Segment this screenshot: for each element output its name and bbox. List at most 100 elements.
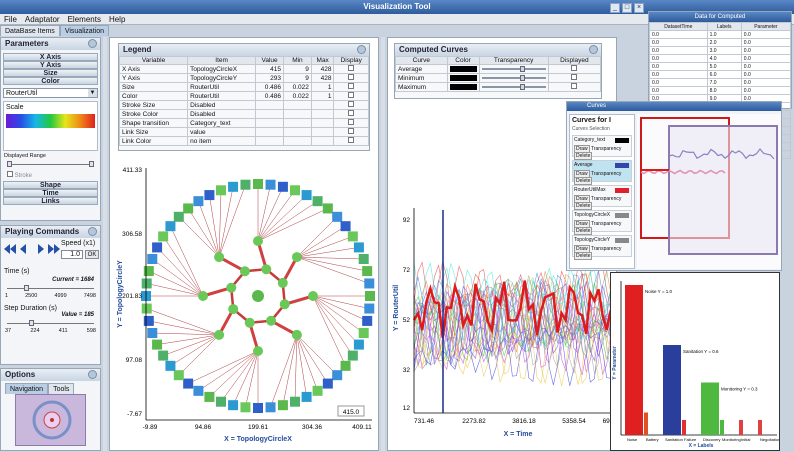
ring-node[interactable] [353,339,364,350]
ring-node[interactable] [340,221,351,232]
curve-item[interactable]: TopologyCircleY Draw Transparency Delete [572,235,632,260]
router-node[interactable] [253,346,263,356]
ring-node[interactable] [152,339,163,350]
computed-col-header[interactable]: Color [446,56,480,65]
legend-col-header[interactable]: Max [310,56,335,65]
ring-node[interactable] [265,402,276,413]
legend-col-header[interactable]: Display [333,56,369,65]
router-node[interactable] [277,277,288,288]
ring-node[interactable] [240,179,251,190]
router-node[interactable] [239,266,250,277]
bar-chart[interactable]: Noise Battery Sanitation Failure Discovery Mo… [611,273,780,450]
ring-node[interactable] [301,190,312,201]
router-node[interactable] [279,299,290,310]
ring-node[interactable] [158,231,169,242]
ring-node[interactable] [364,303,375,314]
time-slider[interactable] [7,285,94,291]
display-checkbox[interactable] [348,137,355,143]
ring-node[interactable] [216,396,227,407]
data-col-header[interactable]: DatasetTime [649,22,708,31]
router-node[interactable] [198,291,208,301]
ring-node[interactable] [340,360,351,371]
ring-node[interactable] [347,231,358,242]
ring-node[interactable] [165,360,176,371]
ring-node[interactable] [152,242,163,253]
ring-node[interactable] [204,391,215,402]
router-node[interactable] [291,329,302,340]
router-node[interactable] [266,315,277,326]
collapse-icon[interactable] [88,39,97,48]
ring-node[interactable] [322,203,333,214]
ring-node[interactable] [301,391,312,402]
table-row[interactable]: Average [395,64,602,74]
ring-node[interactable] [289,185,300,196]
curve-color-swatch[interactable] [615,163,629,168]
ring-node[interactable] [347,350,358,361]
ring-node[interactable] [141,278,152,289]
transparency-slider[interactable] [481,75,546,81]
menu-adaptator[interactable]: Adaptator [25,14,60,25]
step-slider[interactable] [7,320,94,326]
ring-node[interactable] [332,211,343,222]
ring-node[interactable] [216,185,227,196]
ring-node[interactable] [362,266,373,277]
ring-node[interactable] [364,278,375,289]
table-row[interactable]: Color RouterUtil 0.486 0.022 1 [118,91,369,101]
delete-button[interactable]: Delete [574,177,593,185]
ring-node[interactable] [147,254,158,265]
curve-item[interactable]: RouterUtilMax Draw Transparency Delete [572,185,632,210]
ring-node[interactable] [147,327,158,338]
bar[interactable] [682,420,686,435]
computed-col-header[interactable]: Transparency [478,56,549,65]
topology-plot[interactable]: 411.33 306.58 201.83 97.08 -7.67 -9.89 9… [110,158,378,448]
splitter[interactable] [381,37,385,451]
display-checkbox[interactable] [348,65,355,71]
display-checkbox[interactable] [348,92,355,98]
bar[interactable] [758,420,762,435]
size-button[interactable]: Size [3,69,98,77]
data-col-header[interactable]: Parameter [740,22,792,31]
legend-col-header[interactable]: Item [187,56,257,65]
shape-button[interactable]: Shape [3,181,98,189]
ring-node[interactable] [312,196,323,207]
ring-node[interactable] [322,378,333,389]
router-node[interactable] [261,264,272,275]
ring-node[interactable] [158,350,169,361]
bar[interactable] [720,420,724,435]
curve-item[interactable]: TopologyCircleX Draw Transparency Delete [572,210,632,235]
ring-node[interactable] [204,190,215,201]
ring-node[interactable] [141,303,152,314]
ring-node[interactable] [228,400,239,411]
computed-col-header[interactable]: Curve [395,56,448,65]
bar[interactable] [739,420,743,435]
displayed-checkbox[interactable] [571,74,578,80]
curve-item[interactable]: Category_text Draw Transparency Delete [572,135,632,160]
collapse-icon[interactable] [88,227,97,236]
splitter[interactable] [103,37,107,451]
table-row[interactable]: 0.0 1.0 0.0 [649,30,792,39]
ring-node[interactable] [143,266,154,277]
curve-color-swatch[interactable] [615,138,629,143]
ring-node[interactable] [173,370,184,381]
ring-node[interactable] [193,385,204,396]
y-axis-button[interactable]: Y Axis [3,61,98,69]
ring-node[interactable] [253,179,263,189]
bar[interactable] [701,382,719,436]
table-row[interactable]: Stroke Size Disabled [118,100,369,110]
ring-node[interactable] [358,327,369,338]
table-row[interactable]: Maximum [395,82,602,92]
collapse-icon[interactable] [589,45,598,54]
tab-tools[interactable]: Tools [48,383,75,394]
router-node[interactable] [244,317,255,328]
table-row[interactable]: Shape transition Category_text [118,118,369,128]
legend-col-header[interactable]: Value [255,56,284,65]
bar[interactable] [644,412,648,436]
time-handle[interactable] [24,285,30,291]
range-max-handle[interactable] [89,161,94,167]
router-node[interactable] [228,304,239,315]
table-row[interactable]: Stroke Color Disabled [118,109,369,119]
curve-item[interactable]: Average Draw Transparency Delete [572,160,632,185]
delete-button[interactable]: Delete [574,252,593,260]
table-row[interactable]: 0.0 3.0 0.0 [649,46,792,55]
table-row[interactable]: Link Size value [118,127,369,137]
